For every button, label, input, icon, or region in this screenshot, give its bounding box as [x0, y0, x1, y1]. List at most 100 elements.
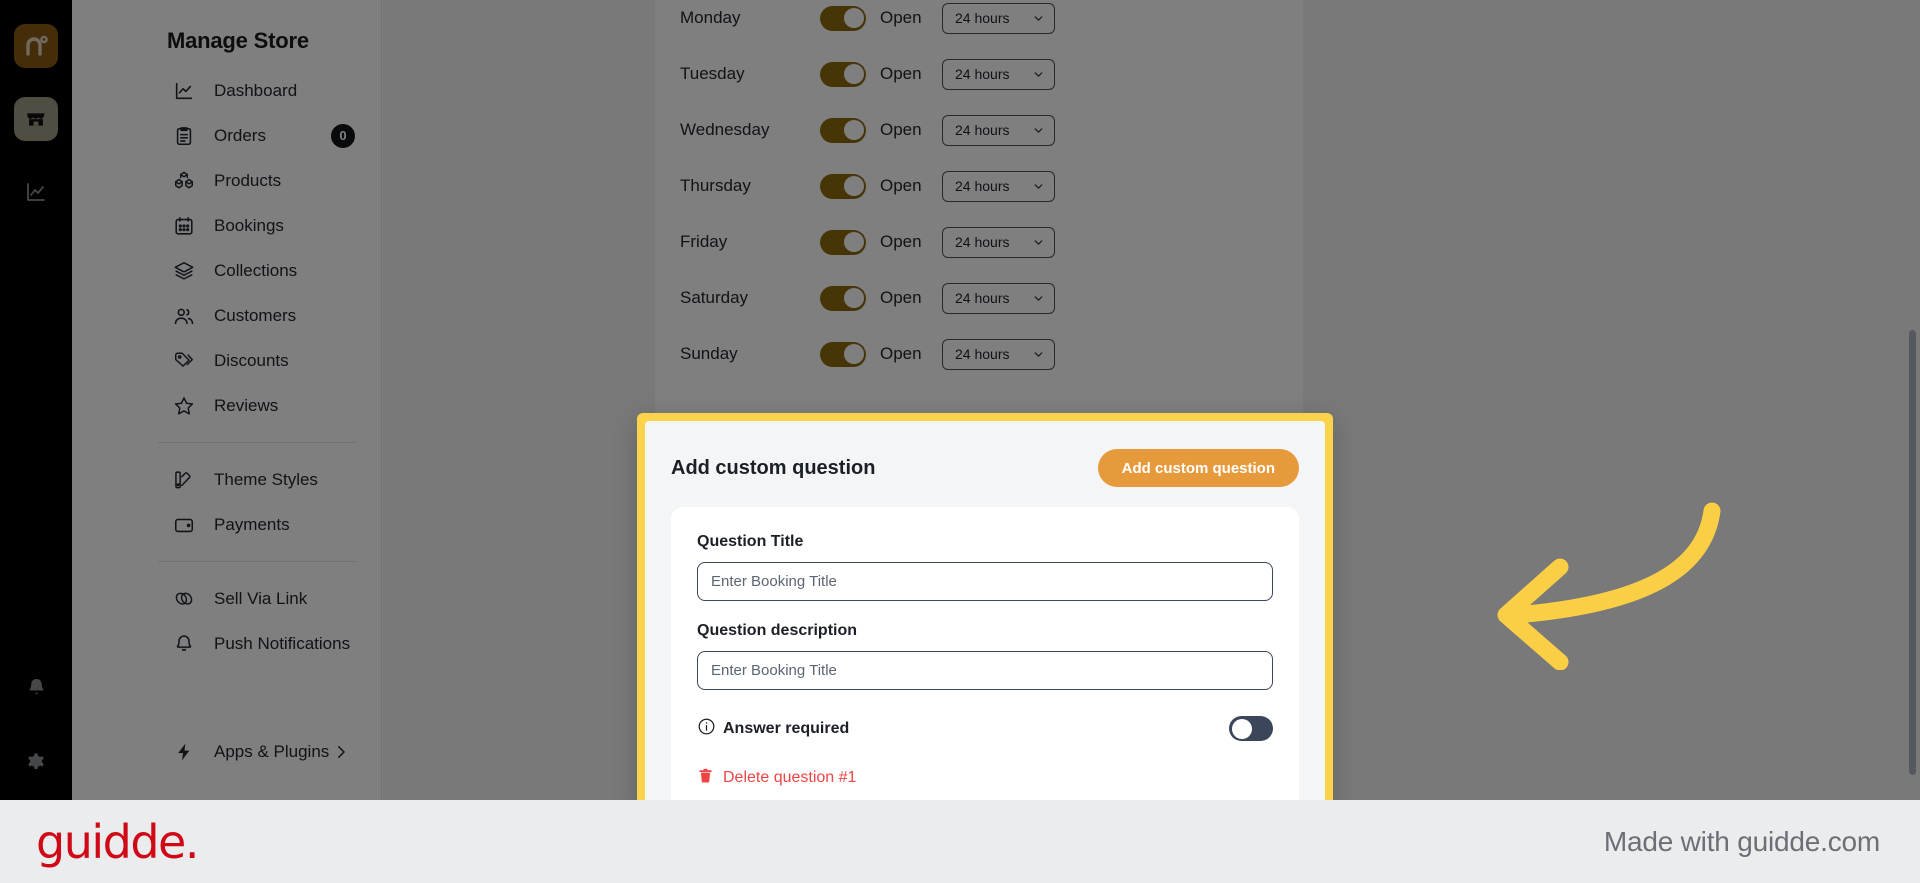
- day-state-label: Open: [880, 344, 922, 363]
- day-duration-value: 24 hours: [955, 66, 1010, 82]
- sidebar-item-reviews[interactable]: Reviews: [72, 383, 382, 428]
- day-name: Thursday: [680, 176, 751, 195]
- sidebar-item-label: Dashboard: [214, 80, 298, 100]
- day-duration-value: 24 hours: [955, 10, 1010, 26]
- analytics-icon[interactable]: [14, 170, 58, 214]
- day-duration-select[interactable]: 24 hours: [942, 58, 1055, 90]
- sidebar-item-theme-styles[interactable]: Theme Styles: [72, 457, 382, 502]
- sidebar-item-orders[interactable]: Orders 0: [72, 113, 382, 158]
- day-name: Wednesday: [680, 120, 770, 139]
- guidde-logo: guidde.: [36, 814, 199, 869]
- store-icon[interactable]: [14, 97, 58, 141]
- day-row: Friday Open 24 hours: [655, 214, 1303, 270]
- day-duration-select[interactable]: 24 hours: [942, 282, 1055, 314]
- sidebar-item-payments[interactable]: Payments: [72, 502, 382, 547]
- chevron-down-icon: [1034, 295, 1043, 301]
- users-icon: [172, 304, 196, 328]
- day-duration-value: 24 hours: [955, 122, 1010, 138]
- app-root: Monday Open 24 hours Tuesday Open 24 hou…: [0, 0, 1920, 883]
- day-row: Monday Open 24 hours: [655, 0, 1303, 46]
- answer-required-toggle[interactable]: [1229, 716, 1273, 741]
- day-name: Tuesday: [680, 64, 745, 83]
- sidebar-item-push-notifications[interactable]: Push Notifications: [72, 621, 382, 666]
- bell-icon[interactable]: [14, 665, 58, 709]
- day-duration-value: 24 hours: [955, 290, 1010, 306]
- day-open-toggle[interactable]: [820, 285, 866, 311]
- vertical-scrollbar[interactable]: [1909, 330, 1916, 775]
- chevron-down-icon: [1034, 127, 1043, 133]
- sidebar-item-discounts[interactable]: Discounts: [72, 338, 382, 383]
- sidebar-nav: Dashboard Orders 0 Products Bookings Col…: [72, 68, 382, 666]
- day-state-label: Open: [880, 64, 922, 83]
- gear-icon[interactable]: [14, 740, 58, 784]
- sidebar-item-sell-via-link[interactable]: Sell Via Link: [72, 576, 382, 621]
- info-icon[interactable]: [697, 717, 716, 741]
- sidebar-item-label: Discounts: [214, 350, 289, 370]
- sidebar-item-label: Collections: [214, 260, 298, 280]
- answer-required-left: Answer required: [697, 717, 849, 741]
- day-row: Sunday Open 24 hours: [655, 326, 1303, 382]
- sidebar-item-label: Theme Styles: [214, 469, 318, 489]
- sidebar-item-label: Bookings: [214, 215, 284, 235]
- sidebar-title: Manage Store: [167, 28, 309, 53]
- sidebar-item-label: Orders: [214, 125, 266, 145]
- day-open-toggle[interactable]: [820, 5, 866, 31]
- made-with-guidde-label: Made with guidde.com: [1603, 825, 1880, 857]
- day-open-toggle[interactable]: [820, 61, 866, 87]
- day-name: Saturday: [680, 288, 749, 307]
- day-open-toggle[interactable]: [820, 229, 866, 255]
- day-duration-value: 24 hours: [955, 346, 1010, 362]
- gear-glyph: [28, 753, 44, 770]
- store-hours-panel: Monday Open 24 hours Tuesday Open 24 hou…: [655, 0, 1303, 452]
- day-duration-select[interactable]: 24 hours: [942, 114, 1055, 146]
- card-header: Add custom question Add custom question: [671, 441, 1299, 495]
- day-open-toggle[interactable]: [820, 341, 866, 367]
- bell-icon: [172, 632, 196, 656]
- add-custom-question-highlight: Add custom question Add custom question …: [637, 413, 1333, 800]
- day-open-toggle[interactable]: [820, 117, 866, 143]
- chevron-right-icon: [332, 743, 350, 761]
- sidebar-item-label: Payments: [214, 514, 290, 534]
- store-glyph: [27, 113, 45, 126]
- day-duration-select[interactable]: 24 hours: [942, 2, 1055, 34]
- question-title-label: Question Title: [697, 533, 804, 550]
- day-state-label: Open: [880, 176, 922, 195]
- bell-glyph: [29, 678, 43, 694]
- day-duration-select[interactable]: 24 hours: [942, 338, 1055, 370]
- trash-glyph: [699, 768, 712, 783]
- sidebar-divider: [158, 442, 357, 443]
- sidebar-item-label: Customers: [214, 305, 297, 325]
- delete-question-button[interactable]: Delete question #1: [697, 767, 1273, 789]
- sidebar-item-apps-plugins[interactable]: Apps & Plugins: [72, 729, 382, 774]
- sidebar-item-label: Sell Via Link: [214, 588, 308, 608]
- add-custom-question-card: Add custom question Add custom question …: [645, 421, 1325, 800]
- tag-icon: [172, 349, 196, 373]
- brand-logo-icon[interactable]: [14, 24, 58, 68]
- layers-icon: [172, 259, 196, 283]
- sidebar-item-customers[interactable]: Customers: [72, 293, 382, 338]
- wallet-icon: [172, 513, 196, 537]
- question-title-input[interactable]: [697, 562, 1273, 601]
- question-description-input[interactable]: [697, 651, 1273, 690]
- day-duration-select[interactable]: 24 hours: [942, 170, 1055, 202]
- app-rail: [0, 0, 72, 800]
- sidebar-item-dashboard[interactable]: Dashboard: [72, 68, 382, 113]
- question-block: Question Title Question description Answ…: [671, 507, 1299, 800]
- day-duration-value: 24 hours: [955, 178, 1010, 194]
- app-screen: Monday Open 24 hours Tuesday Open 24 hou…: [0, 0, 1920, 800]
- chart-line-icon: [172, 79, 196, 103]
- day-row: Saturday Open 24 hours: [655, 270, 1303, 326]
- sidebar-item-bookings[interactable]: Bookings: [72, 203, 382, 248]
- sidebar-item-products[interactable]: Products: [72, 158, 382, 203]
- delete-question-label: Delete question #1: [723, 769, 857, 786]
- orders-badge: 0: [331, 123, 355, 148]
- sidebar-item-collections[interactable]: Collections: [72, 248, 382, 293]
- day-open-toggle[interactable]: [820, 173, 866, 199]
- analytics-glyph: [27, 183, 45, 201]
- add-custom-question-button[interactable]: Add custom question: [1097, 449, 1299, 487]
- chevron-down-icon: [1034, 239, 1043, 245]
- bolt-icon: [172, 740, 196, 764]
- sidebar-item-label: Products: [214, 170, 282, 190]
- day-duration-select[interactable]: 24 hours: [942, 226, 1055, 258]
